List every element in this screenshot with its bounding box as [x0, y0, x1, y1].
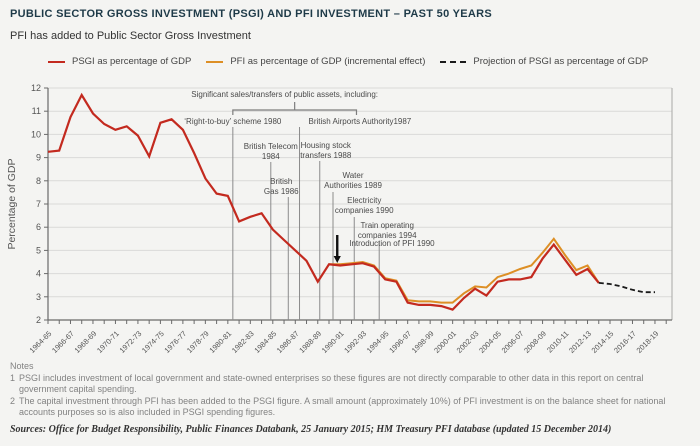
svg-text:1968-69: 1968-69	[73, 329, 99, 355]
svg-text:2004-05: 2004-05	[477, 329, 503, 355]
svg-text:2002-03: 2002-03	[455, 329, 481, 355]
svg-text:British: British	[270, 177, 292, 186]
svg-text:1996-97: 1996-97	[387, 329, 413, 355]
svg-text:1994-95: 1994-95	[365, 329, 391, 355]
svg-text:1976-77: 1976-77	[162, 329, 188, 355]
svg-text:2018-19: 2018-19	[635, 329, 661, 355]
report-chart-page: PUBLIC SECTOR GROSS INVESTMENT (PSGI) AN…	[0, 0, 700, 446]
bracket	[233, 102, 357, 115]
y-axis-title: Percentage of GDP	[6, 158, 18, 249]
svg-text:Train operating: Train operating	[360, 221, 414, 230]
note-text: PSGI includes investment of local govern…	[19, 373, 690, 396]
svg-text:1974-75: 1974-75	[140, 329, 166, 355]
svg-text:8: 8	[36, 176, 41, 186]
notes-heading: Notes	[10, 361, 690, 373]
svg-text:4: 4	[36, 269, 41, 279]
psgi-line	[48, 95, 599, 310]
svg-text:12: 12	[31, 83, 41, 93]
svg-text:1988-89: 1988-89	[297, 329, 323, 355]
note-number: 1	[10, 373, 19, 396]
svg-text:1970-71: 1970-71	[95, 329, 121, 355]
sources-line: Sources: Office for Budget Responsibilit…	[10, 424, 690, 436]
svg-text:1964-65: 1964-65	[28, 329, 54, 355]
svg-text:1984: 1984	[262, 152, 280, 161]
svg-text:1984-85: 1984-85	[252, 329, 278, 355]
svg-text:2014-15: 2014-15	[590, 329, 616, 355]
note-item: 1 PSGI includes investment of local gove…	[10, 373, 690, 396]
y-axis: 2 3 4 5 6 7 8 9 10 11 12 Percentage of GDP	[6, 83, 48, 325]
svg-text:Introduction of PFI 1990: Introduction of PFI 1990	[349, 239, 435, 248]
svg-text:2000-01: 2000-01	[432, 329, 458, 355]
svg-text:Authorities 1989: Authorities 1989	[324, 181, 382, 190]
svg-text:9: 9	[36, 153, 41, 163]
pfi-line	[329, 239, 599, 303]
svg-text:1982-83: 1982-83	[230, 329, 256, 355]
svg-text:3: 3	[36, 292, 41, 302]
note-number: 2	[10, 396, 19, 419]
svg-text:transfers 1988: transfers 1988	[300, 151, 352, 160]
svg-text:2012-13: 2012-13	[567, 329, 593, 355]
svg-text:10: 10	[31, 129, 41, 139]
x-axis: 1964-651966-671968-691970-711972-731974-…	[28, 320, 667, 355]
svg-text:2016-17: 2016-17	[612, 329, 638, 355]
svg-text:6: 6	[36, 222, 41, 232]
note-text: The capital investment through PFI has b…	[19, 396, 690, 419]
svg-text:1992-93: 1992-93	[342, 329, 368, 355]
svg-text:7: 7	[36, 199, 41, 209]
svg-text:companies 1990: companies 1990	[335, 206, 394, 215]
svg-text:Water: Water	[342, 171, 363, 180]
svg-text:2: 2	[36, 315, 41, 325]
svg-text:2008-09: 2008-09	[522, 329, 548, 355]
svg-text:British Airports Authority1987: British Airports Authority1987	[309, 117, 412, 126]
projection-line	[599, 283, 655, 292]
svg-text:1986-87: 1986-87	[275, 329, 301, 355]
svg-text:Housing stock: Housing stock	[301, 141, 352, 150]
svg-text:2006-07: 2006-07	[500, 329, 526, 355]
svg-text:‘Right-to-buy’ scheme 1980: ‘Right-to-buy’ scheme 1980	[184, 117, 282, 126]
chart-notes: Notes 1 PSGI includes investment of loca…	[10, 361, 690, 435]
svg-text:1998-99: 1998-99	[410, 329, 436, 355]
svg-text:1978-79: 1978-79	[185, 329, 211, 355]
svg-text:1972-73: 1972-73	[118, 329, 144, 355]
svg-text:5: 5	[36, 245, 41, 255]
svg-text:1980-81: 1980-81	[207, 329, 233, 355]
svg-text:Gas 1986: Gas 1986	[264, 187, 299, 196]
svg-text:1990-91: 1990-91	[320, 329, 346, 355]
annotation-group-label: Significant sales/transfers of public as…	[191, 90, 378, 99]
svg-text:2010-11: 2010-11	[545, 329, 570, 354]
note-item: 2 The capital investment through PFI has…	[10, 396, 690, 419]
svg-text:Electricity: Electricity	[347, 196, 381, 205]
svg-text:11: 11	[32, 106, 41, 116]
svg-text:1966-67: 1966-67	[50, 329, 76, 355]
svg-text:British Telecom: British Telecom	[244, 142, 298, 151]
